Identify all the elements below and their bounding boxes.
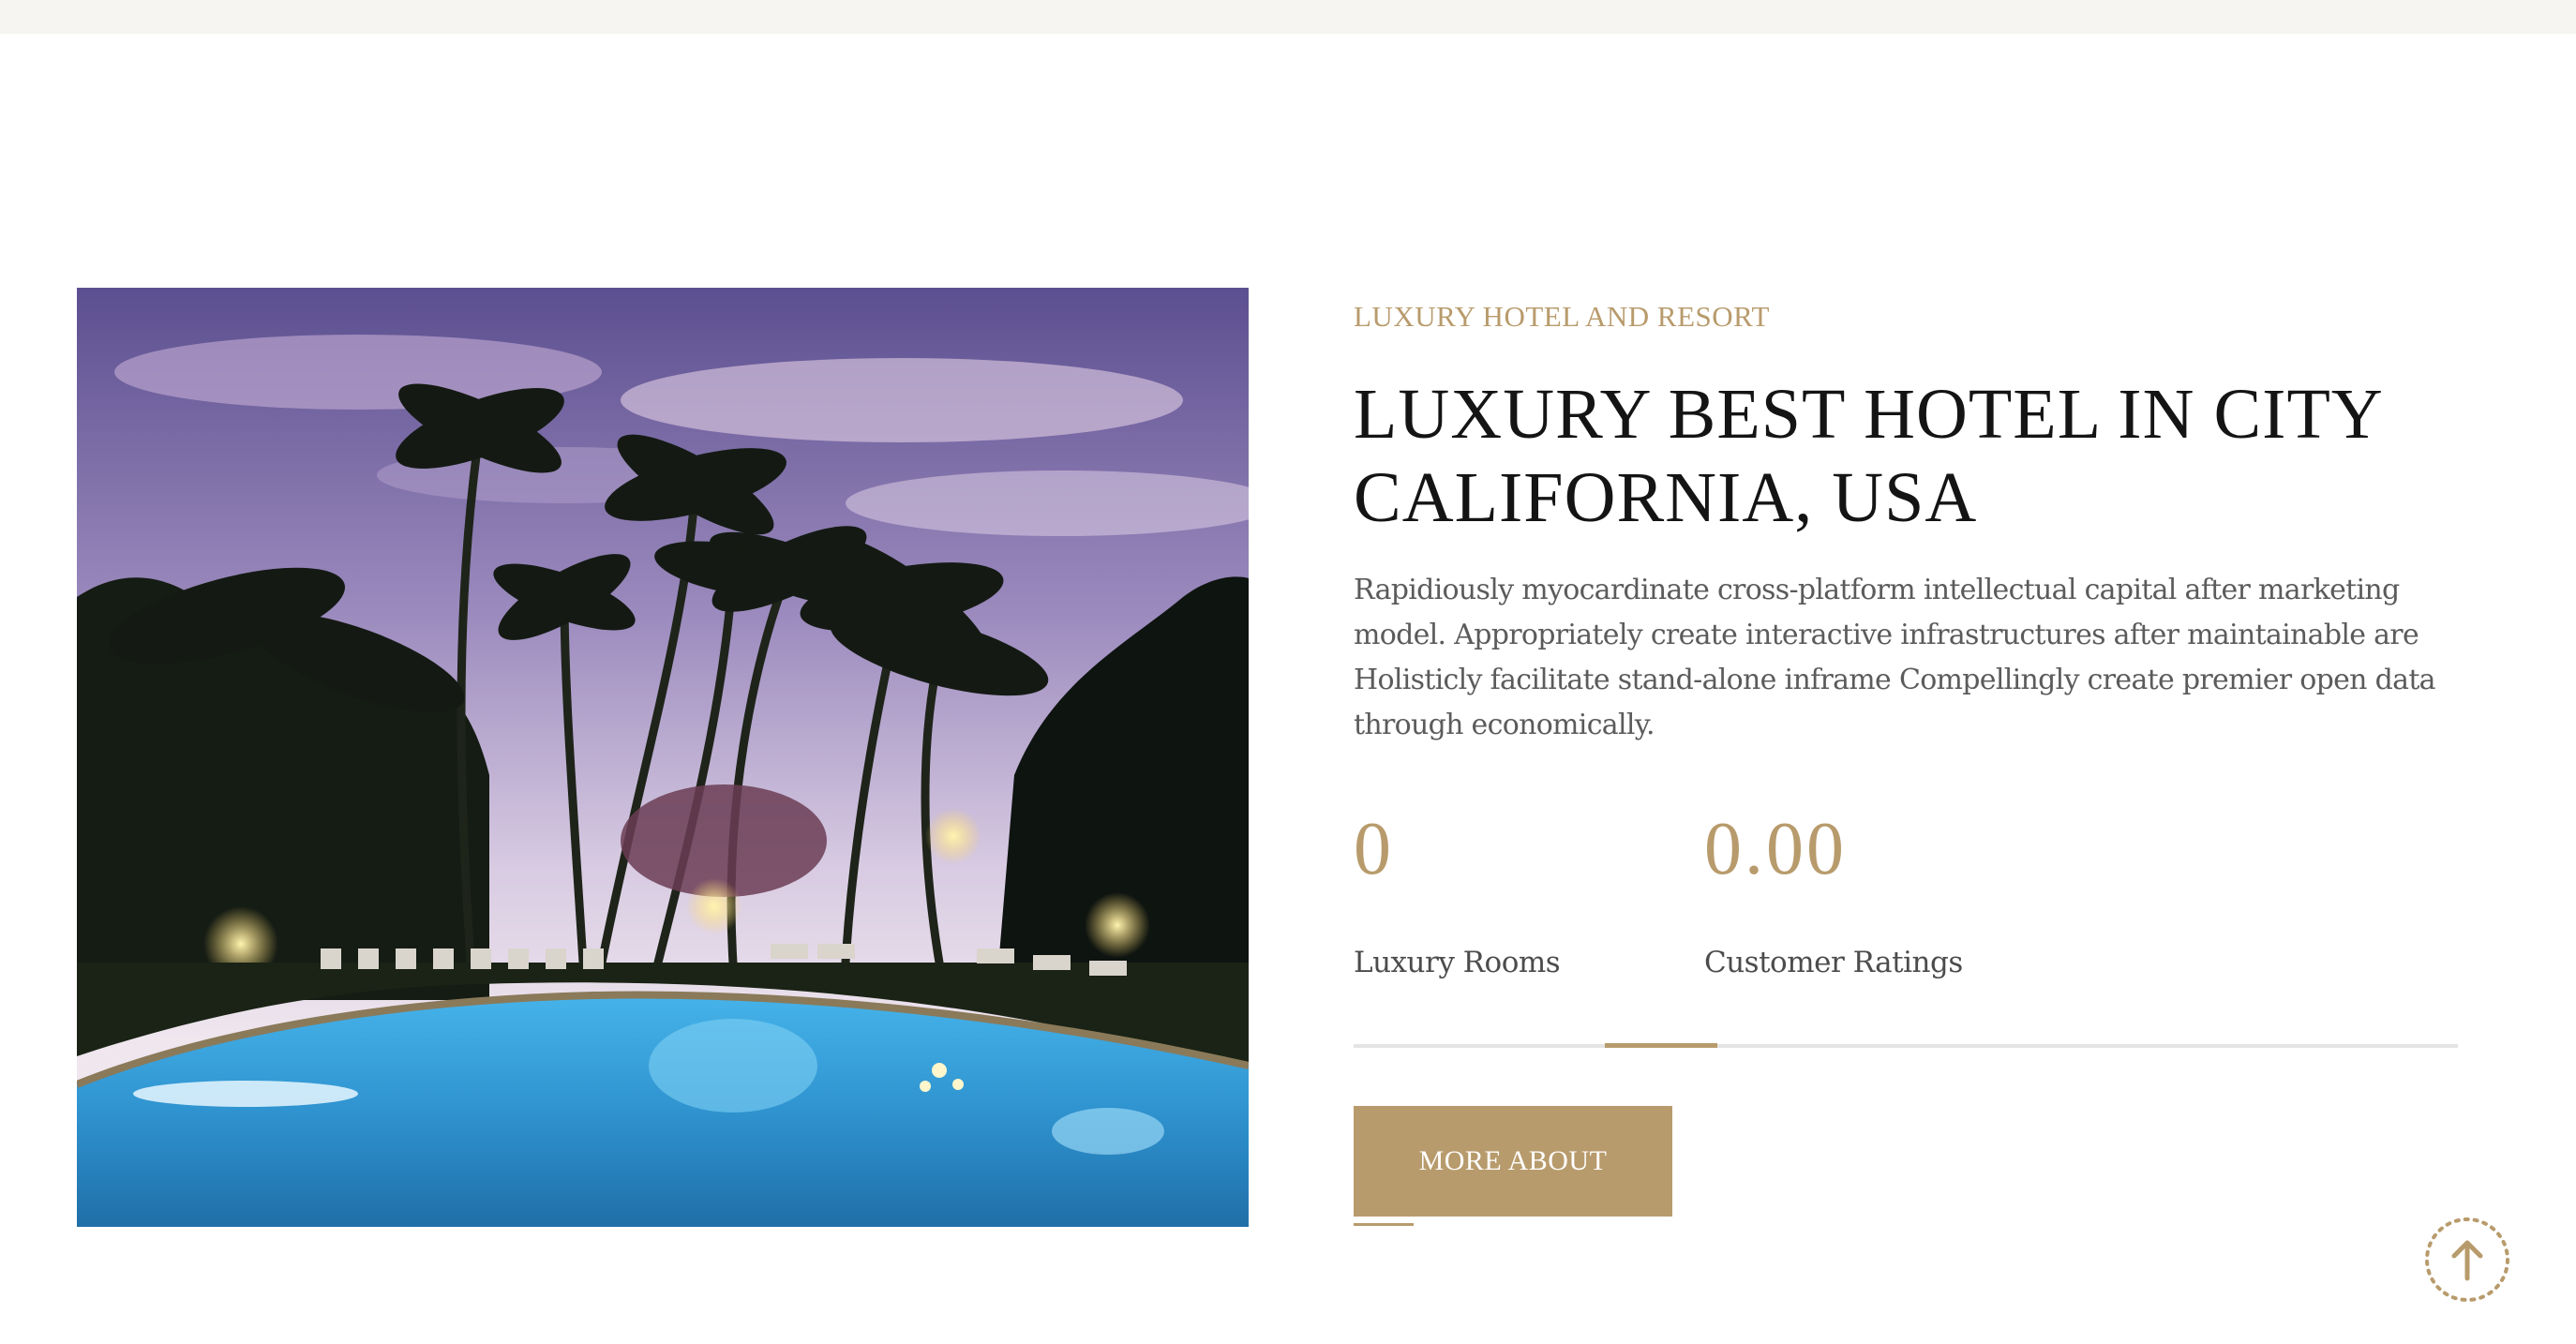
stat-luxury-rooms-label: Luxury Rooms [1354, 946, 1561, 979]
stats-divider [1354, 1044, 2458, 1048]
more-about-button[interactable]: MORE ABOUT [1354, 1106, 1672, 1217]
stat-luxury-rooms-value: 0 [1354, 808, 1394, 890]
stat-customer-ratings-label: Customer Ratings [1704, 946, 1963, 979]
stats-divider-accent [1605, 1043, 1717, 1048]
button-underline [1354, 1223, 1414, 1226]
scroll-to-top-button[interactable] [2424, 1217, 2510, 1303]
top-strip [0, 0, 2576, 34]
section-description: Rapidiously myocardinate cross-platform … [1354, 574, 2436, 741]
hotel-pool-image [77, 288, 1249, 1227]
section-heading: LUXURY BEST HOTEL IN CITY CALIFORNIA, US… [1354, 375, 2381, 537]
stat-customer-ratings-value: 0.00 [1704, 808, 1847, 890]
section-subtitle: LUXURY HOTEL AND RESORT [1354, 300, 1770, 333]
arrow-up-icon [2425, 1217, 2509, 1302]
